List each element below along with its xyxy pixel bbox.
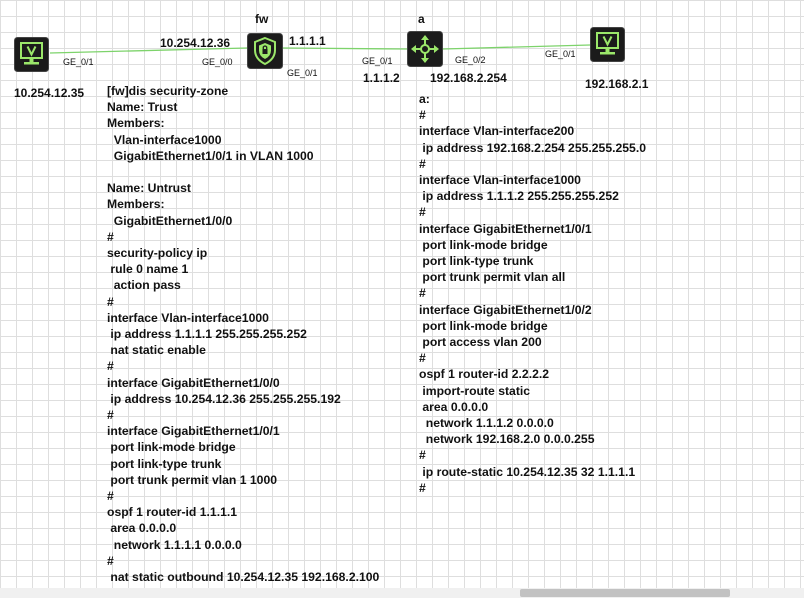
a-right-port-label: GE_0/2	[455, 55, 486, 65]
fw-config-line: #	[107, 553, 114, 568]
fw-config-line: rule 0 name 1	[107, 262, 189, 277]
pc-right-port-label: GE_0/1	[545, 49, 576, 59]
a-config-line: ip address 1.1.1.2 255.255.255.252	[419, 189, 619, 204]
fw-config-line: Name: Untrust	[107, 181, 191, 196]
a-config-line: #	[419, 108, 426, 123]
a-config-line: #	[419, 480, 426, 495]
fw-config-line: interface Vlan-interface1000	[107, 310, 269, 325]
a-config-line: network 192.168.2.0 0.0.0.255	[419, 432, 595, 447]
fw-config-line: ip address 10.254.12.36 255.255.255.192	[107, 391, 341, 406]
fw-config-line: port link-type trunk	[107, 456, 222, 471]
fw-config-line: #	[107, 229, 114, 244]
a-config-line: import-route static	[419, 383, 531, 398]
fw-config-line: port trunk permit vlan 1 1000	[107, 472, 278, 487]
fw-config-line	[107, 164, 379, 180]
fw-name-label: fw	[255, 12, 269, 26]
router-a-device[interactable]	[407, 31, 443, 67]
fw-left-port-label: GE_0/0	[202, 57, 233, 67]
link-fw-a	[282, 47, 408, 50]
fw-config-line: #	[107, 294, 114, 309]
pc-right-device[interactable]	[590, 27, 625, 62]
fw-device[interactable]	[247, 33, 283, 69]
a-config-line: #	[419, 156, 426, 171]
a-left-port-label: GE_0/1	[362, 56, 393, 66]
fw-config-line: nat static enable	[107, 343, 206, 358]
a-config-line: ip route-static 10.254.12.35 32 1.1.1.1	[419, 464, 636, 479]
fw-config-line: ospf 1 router-id 1.1.1.1	[107, 505, 238, 520]
pc-monitor-icon	[14, 37, 49, 72]
fw-right-port-label: GE_0/1	[287, 68, 318, 78]
router-a-name-label: a	[418, 12, 425, 26]
fw-config-line: interface GigabitEthernet1/0/0	[107, 375, 280, 390]
fw-config-line: Name: Trust	[107, 100, 178, 115]
a-config-line: #	[419, 286, 426, 301]
a-config-line: #	[419, 351, 426, 366]
fw-config-line: Members:	[107, 197, 165, 212]
fw-config-line: action pass	[107, 278, 181, 293]
a-config-line: a:	[419, 92, 430, 106]
pc-left-port-label: GE_0/1	[63, 57, 94, 67]
scrollbar-thumb[interactable]	[520, 589, 730, 597]
fw-config-text: [fw]dis security-zone Name: Trust Members:…	[107, 83, 379, 585]
a-config-line: interface GigabitEthernet1/0/2	[419, 302, 592, 317]
fw-config-line: ip address 1.1.1.1 255.255.255.252	[107, 327, 307, 342]
a-config-text: a: # interface Vlan-interface200 ip addres…	[419, 91, 646, 496]
a-right-ip-label: 192.168.2.254	[430, 71, 507, 85]
a-config-line: #	[419, 448, 426, 463]
pc-left-device[interactable]	[14, 37, 49, 72]
a-config-line: area 0.0.0.0	[419, 399, 489, 414]
fw-config-line: area 0.0.0.0	[107, 521, 177, 536]
pc-monitor-icon	[590, 27, 625, 62]
a-config-line: port link-mode bridge	[419, 318, 548, 333]
pc-right-ip-label: 192.168.2.1	[585, 77, 649, 91]
firewall-shield-icon	[247, 33, 283, 69]
a-config-line: port access vlan 200	[419, 335, 542, 350]
pc-left-ip-label: 10.254.12.35	[14, 86, 85, 100]
a-config-line: port link-mode bridge	[419, 237, 548, 252]
a-config-line: #	[419, 205, 426, 220]
fw-right-ip-label: 1.1.1.1	[289, 34, 326, 48]
a-config-line: interface Vlan-interface200	[419, 124, 575, 139]
a-config-line: port trunk permit vlan all	[419, 270, 566, 285]
fw-config-line: Members:	[107, 116, 165, 131]
fw-config-line: port link-mode bridge	[107, 440, 236, 455]
a-config-line: network 1.1.1.2 0.0.0.0	[419, 416, 554, 431]
fw-config-line: network 1.1.1.1 0.0.0.0	[107, 537, 242, 552]
a-config-line: ospf 1 router-id 2.2.2.2	[419, 367, 550, 382]
fw-config-line: GigabitEthernet1/0/0	[107, 213, 233, 228]
a-config-line: interface GigabitEthernet1/0/1	[419, 221, 592, 236]
fw-config-line: nat static outbound 10.254.12.35 192.168…	[107, 570, 380, 585]
fw-config-line: interface GigabitEthernet1/0/1	[107, 424, 280, 439]
fw-config-line: #	[107, 489, 114, 504]
fw-config-line: security-policy ip	[107, 246, 208, 261]
fw-config-line: [fw]dis security-zone	[107, 84, 229, 98]
fw-config-line: #	[107, 408, 114, 423]
fw-config-line: Vlan-interface1000	[107, 132, 222, 147]
fw-left-ip-label: 10.254.12.36	[160, 36, 231, 50]
fw-config-line: #	[107, 359, 114, 374]
router-arrows-icon	[407, 31, 443, 67]
a-config-line: port link-type trunk	[419, 254, 534, 269]
a-config-line: interface Vlan-interface1000	[419, 173, 581, 188]
a-config-line: ip address 192.168.2.254 255.255.255.0	[419, 140, 646, 155]
fw-config-line: GigabitEthernet1/0/1 in VLAN 1000	[107, 148, 314, 163]
